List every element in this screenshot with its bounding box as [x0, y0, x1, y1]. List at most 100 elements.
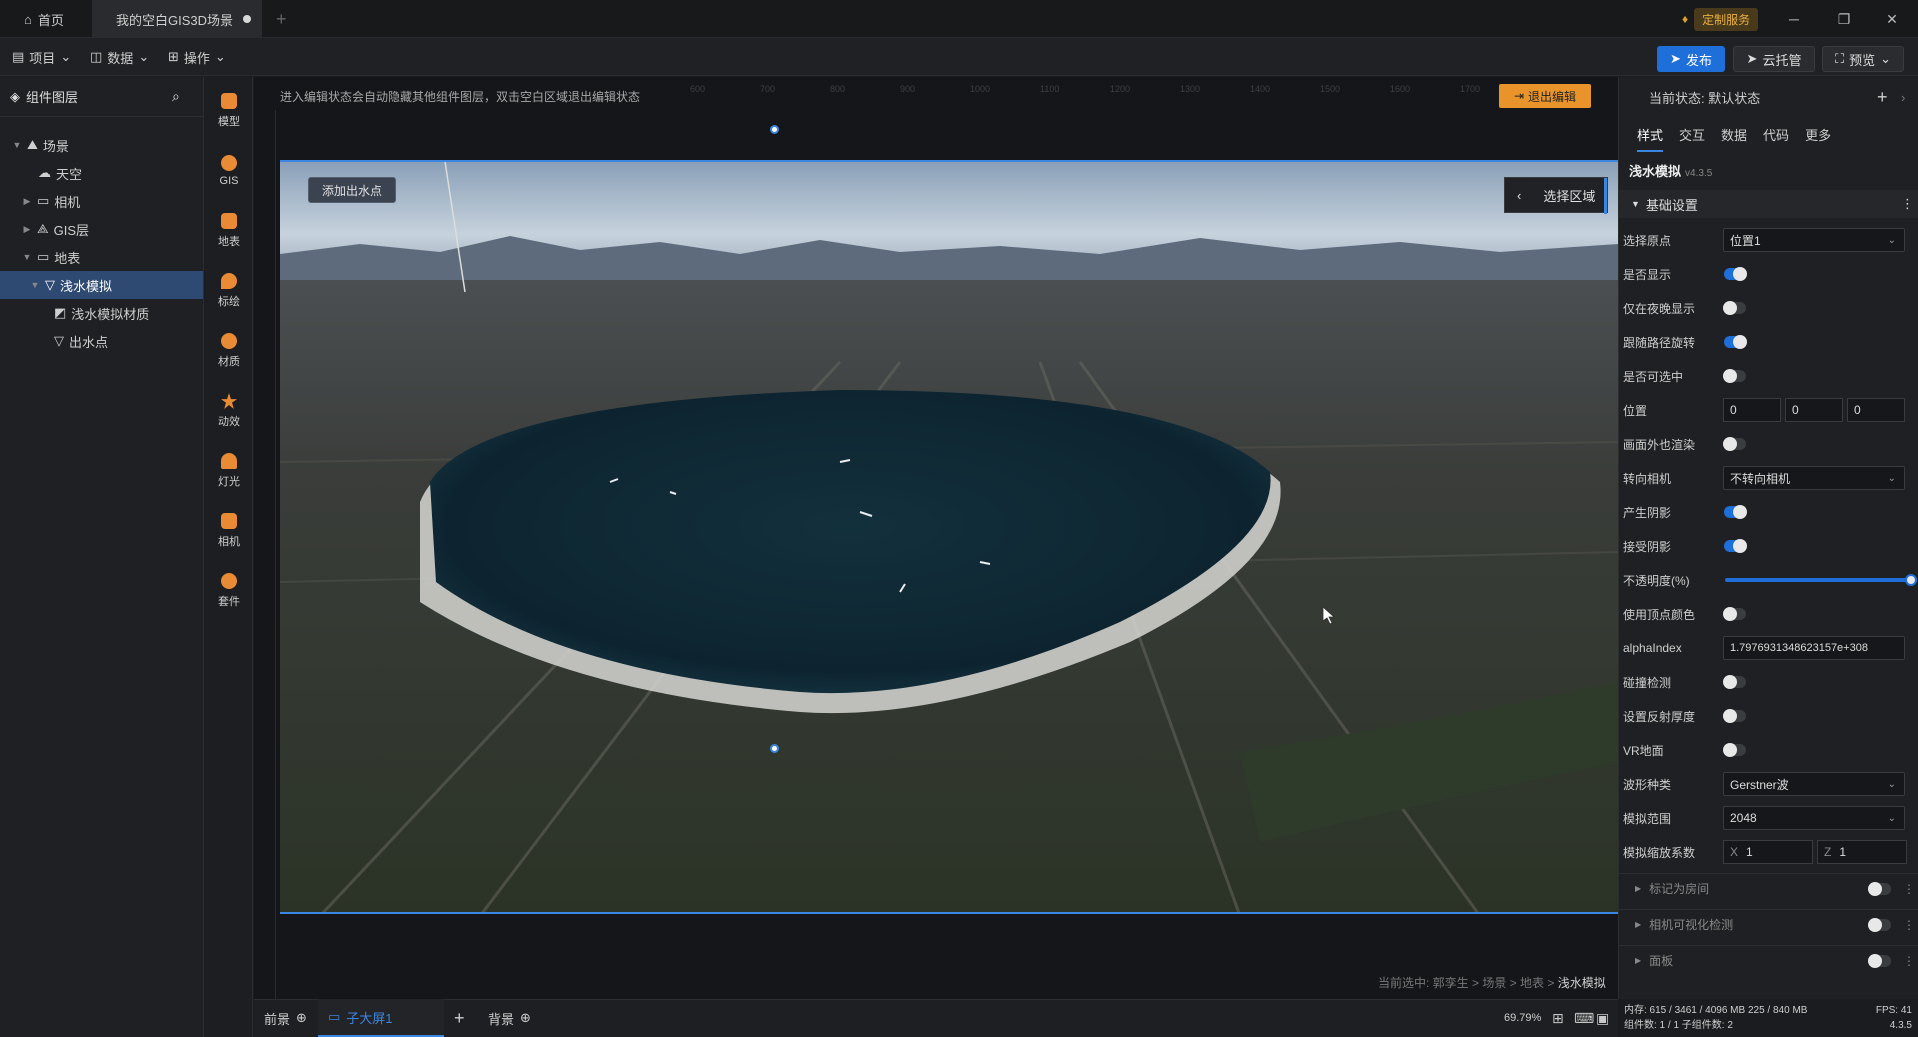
add-circle-icon[interactable]: ⊕: [520, 1010, 531, 1026]
prop-label: 使用顶点颜色: [1623, 607, 1696, 622]
keyboard-icon[interactable]: ⌨: [1574, 1010, 1594, 1027]
close-button[interactable]: ✕: [1870, 0, 1914, 38]
scale-x-input[interactable]: X1: [1723, 840, 1813, 864]
collision-toggle[interactable]: [1723, 675, 1746, 689]
more-vert-icon[interactable]: ⋮: [1903, 918, 1915, 932]
tool-surface[interactable]: 地表: [205, 201, 253, 261]
more-vert-icon[interactable]: ⋮: [1903, 954, 1915, 968]
tree-item-surface[interactable]: ▼ ▭ 地表: [0, 243, 203, 271]
prop-collision: 碰撞检测: [1619, 665, 1918, 699]
panel-toggle[interactable]: [1868, 953, 1891, 968]
opacity-slider-track[interactable]: [1725, 578, 1911, 582]
room-toggle[interactable]: [1868, 881, 1891, 896]
tree-item-label: 场景: [42, 138, 69, 154]
tab-scene[interactable]: 我的空白GIS3D场景: [92, 0, 262, 38]
facecam-select[interactable]: 不转向相机 ⌄: [1723, 466, 1905, 490]
tree-item-label: 地表: [54, 250, 81, 266]
scale-z-input[interactable]: Z1: [1817, 840, 1907, 864]
preview-button[interactable]: ⛶ 预览 ⌄: [1822, 46, 1904, 72]
memory-status: 内存: 615 / 3461 / 4096 MB 225 / 840 MB FPS…: [1624, 1003, 1912, 1018]
new-tab-button[interactable]: +: [276, 0, 296, 38]
tool-model[interactable]: 模型: [205, 81, 253, 141]
resize-handle-bottom[interactable]: [770, 744, 779, 753]
cast-shadow-toggle[interactable]: [1724, 505, 1747, 519]
tool-plot[interactable]: 标绘: [205, 261, 253, 321]
chevron-right-icon[interactable]: ›: [1901, 90, 1905, 105]
tool-material[interactable]: 材质: [205, 321, 253, 381]
pos-z-input[interactable]: 0: [1847, 398, 1905, 422]
tree-item-shallow-water[interactable]: ▼ ▽ 浅水模拟: [0, 271, 203, 299]
origin-select[interactable]: 位置1 ⌄: [1723, 228, 1905, 252]
tool-kit[interactable]: 套件: [205, 561, 253, 621]
ruler-tick: 700: [760, 84, 776, 94]
tab-home[interactable]: ⌂ 首页: [0, 0, 92, 38]
terminal-icon[interactable]: ▣: [1596, 1010, 1609, 1027]
more-vert-icon[interactable]: ⋮: [1901, 196, 1914, 212]
tab-foreground[interactable]: 前景 ⊕: [264, 999, 307, 1037]
add-outlet-button[interactable]: 添加出水点: [308, 177, 396, 203]
more-vert-icon[interactable]: ⋮: [1903, 882, 1915, 896]
tab-background[interactable]: 背景 ⊕: [488, 999, 531, 1037]
alpha-index-input[interactable]: 1.7976931348623157e+308: [1723, 636, 1905, 660]
sim-range-select[interactable]: 2048 ⌄: [1723, 806, 1905, 830]
section-room[interactable]: ▶ 标记为房间 ⋮: [1619, 873, 1918, 903]
section-panel[interactable]: ▶ 面板 ⋮: [1619, 945, 1918, 975]
add-screen-button[interactable]: +: [454, 999, 465, 1037]
pos-x-input[interactable]: 0: [1723, 398, 1781, 422]
tool-gis[interactable]: GIS: [205, 141, 253, 201]
restore-button[interactable]: ❐: [1822, 0, 1866, 38]
tab-sub-screen[interactable]: ▭ 子大屏1: [318, 999, 444, 1037]
offscreen-toggle[interactable]: [1723, 437, 1746, 451]
wave-type-select[interactable]: Gerstner波 ⌄: [1723, 772, 1905, 796]
caret-down-icon: ▼: [12, 140, 22, 150]
menu-data[interactable]: ◫ 数据 ⌄: [90, 38, 149, 76]
reflect-toggle[interactable]: [1723, 709, 1746, 723]
tree-item-sky[interactable]: ☁ 天空: [0, 159, 203, 187]
pos-y-input[interactable]: 0: [1785, 398, 1843, 422]
show-toggle[interactable]: [1724, 267, 1747, 281]
component-version: v4.3.5: [1685, 168, 1713, 179]
prop-label: 接受阴影: [1623, 539, 1672, 554]
selectable-toggle[interactable]: [1723, 369, 1746, 383]
tool-camera[interactable]: 相机: [205, 501, 253, 561]
lamp-icon: [221, 453, 237, 469]
tree-item-scene[interactable]: ▼ ⛰ 场景: [0, 131, 203, 159]
menu-operate[interactable]: ⊞ 操作 ⌄: [168, 38, 226, 76]
custom-service-button[interactable]: ♦ 定制服务: [1682, 7, 1759, 31]
count-status: 组件数: 1 / 1 子组件数: 2 4.3.5: [1624, 1018, 1912, 1033]
follow-toggle[interactable]: [1724, 335, 1747, 349]
home-icon: ⌂: [24, 11, 32, 27]
scene-viewport[interactable]: [280, 160, 1618, 914]
vertex-color-toggle[interactable]: [1723, 607, 1746, 621]
tool-light[interactable]: 灯光: [205, 441, 253, 501]
resize-handle-top[interactable]: [770, 125, 779, 134]
section-basic[interactable]: ▼ 基础设置 ⋮: [1619, 190, 1918, 218]
tree-item-camera[interactable]: ▶ ▭ 相机: [0, 187, 203, 215]
select-region-button[interactable]: ‹ 选择区域: [1504, 177, 1608, 214]
menu-project[interactable]: ▤ 项目 ⌄: [12, 38, 71, 76]
tab-code[interactable]: 代码: [1763, 125, 1789, 152]
tab-style[interactable]: 样式: [1637, 125, 1664, 152]
camera-visibility-toggle[interactable]: [1868, 917, 1891, 932]
add-state-icon[interactable]: +: [1877, 87, 1888, 108]
tree-item-gis[interactable]: ▶ ⟁ GIS层: [0, 215, 203, 243]
search-icon[interactable]: ⌕: [172, 88, 180, 105]
tab-interaction[interactable]: 交互: [1679, 125, 1705, 152]
tree-item-water-material[interactable]: ◩ 浅水模拟材质: [0, 299, 203, 327]
vr-ground-toggle[interactable]: [1723, 743, 1746, 757]
night-toggle[interactable]: [1723, 301, 1746, 315]
section-camera-visibility[interactable]: ▶ 相机可视化检测 ⋮: [1619, 909, 1918, 939]
tree-item-outlet[interactable]: ▽ 出水点: [0, 327, 203, 355]
cloud-host-button[interactable]: ➤ 云托管: [1733, 46, 1815, 72]
tab-more[interactable]: 更多: [1805, 125, 1831, 152]
tool-effect[interactable]: 动效: [205, 381, 253, 441]
fit-icon[interactable]: ⊞: [1552, 1010, 1564, 1027]
tab-data[interactable]: 数据: [1721, 125, 1747, 152]
exit-edit-button[interactable]: ⇥ 退出编辑: [1499, 84, 1591, 108]
publish-button[interactable]: ➤ 发布: [1657, 46, 1725, 72]
add-circle-icon[interactable]: ⊕: [296, 1010, 307, 1026]
recv-shadow-toggle[interactable]: [1724, 539, 1747, 553]
opacity-slider-thumb[interactable]: [1905, 574, 1917, 586]
minimize-button[interactable]: ─: [1772, 0, 1816, 38]
section-title: 面板: [1649, 954, 1674, 968]
